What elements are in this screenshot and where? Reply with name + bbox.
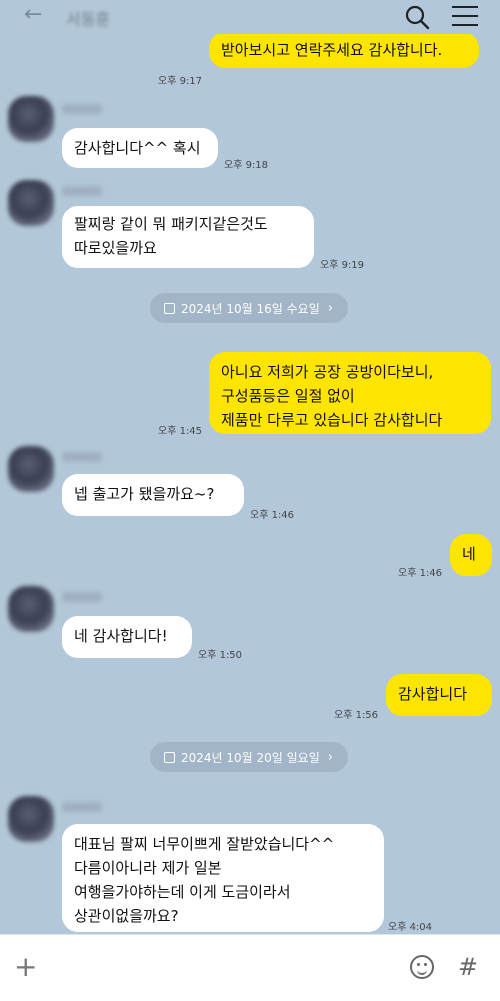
- message-time: 오후 1:45: [158, 426, 203, 437]
- chevron-right-icon: ›: [327, 749, 333, 765]
- message-time: 오후 1:56: [334, 710, 379, 721]
- sender-name: [62, 104, 102, 114]
- chat-header: ← 서동훈: [0, 0, 500, 34]
- menu-icon[interactable]: [452, 6, 478, 28]
- message-time: 오후 4:04: [388, 922, 433, 933]
- date-divider[interactable]: 2024년 10월 16일 수요일 ›: [150, 293, 348, 323]
- message-time: 오후 9:19: [320, 260, 365, 271]
- avatar[interactable]: [8, 796, 54, 842]
- sender-name: [62, 452, 102, 462]
- chevron-right-icon: ›: [327, 300, 333, 316]
- avatar[interactable]: [8, 446, 54, 492]
- date-divider-label: 2024년 10월 16일 수요일: [181, 301, 320, 316]
- message-bubble-theirs[interactable]: 감사합니다^^ 혹시: [62, 128, 218, 168]
- avatar[interactable]: [8, 180, 54, 226]
- message-time: 오후 1:46: [398, 568, 443, 579]
- plus-icon[interactable]: +: [14, 953, 37, 981]
- message-bubble-mine[interactable]: 네: [450, 534, 492, 576]
- chat-area[interactable]: 받아보시고 연락주세요 감사합니다. 오후 9:17 감사합니다^^ 혹시 오후…: [0, 34, 500, 934]
- message-time: 오후 1:50: [198, 650, 243, 661]
- hashtag-icon[interactable]: #: [458, 953, 478, 981]
- message-bubble-mine[interactable]: 아니요 저희가 공장 공방이다보니, 구성품등은 일절 없이 제품만 다루고 있…: [209, 352, 491, 434]
- message-bubble-theirs[interactable]: 팔찌랑 같이 뭐 패키지같은것도 따로있을까요: [62, 206, 314, 268]
- calendar-icon: [164, 302, 175, 314]
- arrow-left-icon[interactable]: ←: [24, 2, 42, 27]
- date-divider[interactable]: 2024년 10월 20일 일요일 ›: [150, 742, 348, 772]
- search-icon[interactable]: [404, 4, 430, 30]
- message-bubble-theirs[interactable]: 대표님 팔찌 너무이쁘게 잘받았습니다^^ 다름이아니라 제가 일본 여행을가야…: [62, 824, 384, 932]
- calendar-icon: [164, 751, 175, 763]
- emoji-icon[interactable]: [410, 955, 434, 979]
- sender-name: [62, 592, 102, 602]
- sender-name: [62, 186, 102, 196]
- message-bubble-theirs[interactable]: 넵 출고가 됐을까요~?: [62, 474, 244, 516]
- message-time: 오후 1:46: [250, 510, 295, 521]
- message-bubble-mine[interactable]: 감사합니다: [386, 674, 492, 716]
- chat-title: 서동훈: [66, 10, 111, 29]
- message-time: 오후 9:18: [224, 160, 269, 171]
- date-divider-label: 2024년 10월 20일 일요일: [181, 750, 320, 765]
- avatar[interactable]: [8, 96, 54, 142]
- message-bubble-theirs[interactable]: 네 감사합니다!: [62, 616, 192, 658]
- sender-name: [62, 802, 102, 812]
- avatar[interactable]: [8, 586, 54, 632]
- message-bubble-mine[interactable]: 받아보시고 연락주세요 감사합니다.: [209, 34, 479, 68]
- message-time: 오후 9:17: [158, 76, 203, 87]
- message-input-bar: + #: [0, 934, 500, 1001]
